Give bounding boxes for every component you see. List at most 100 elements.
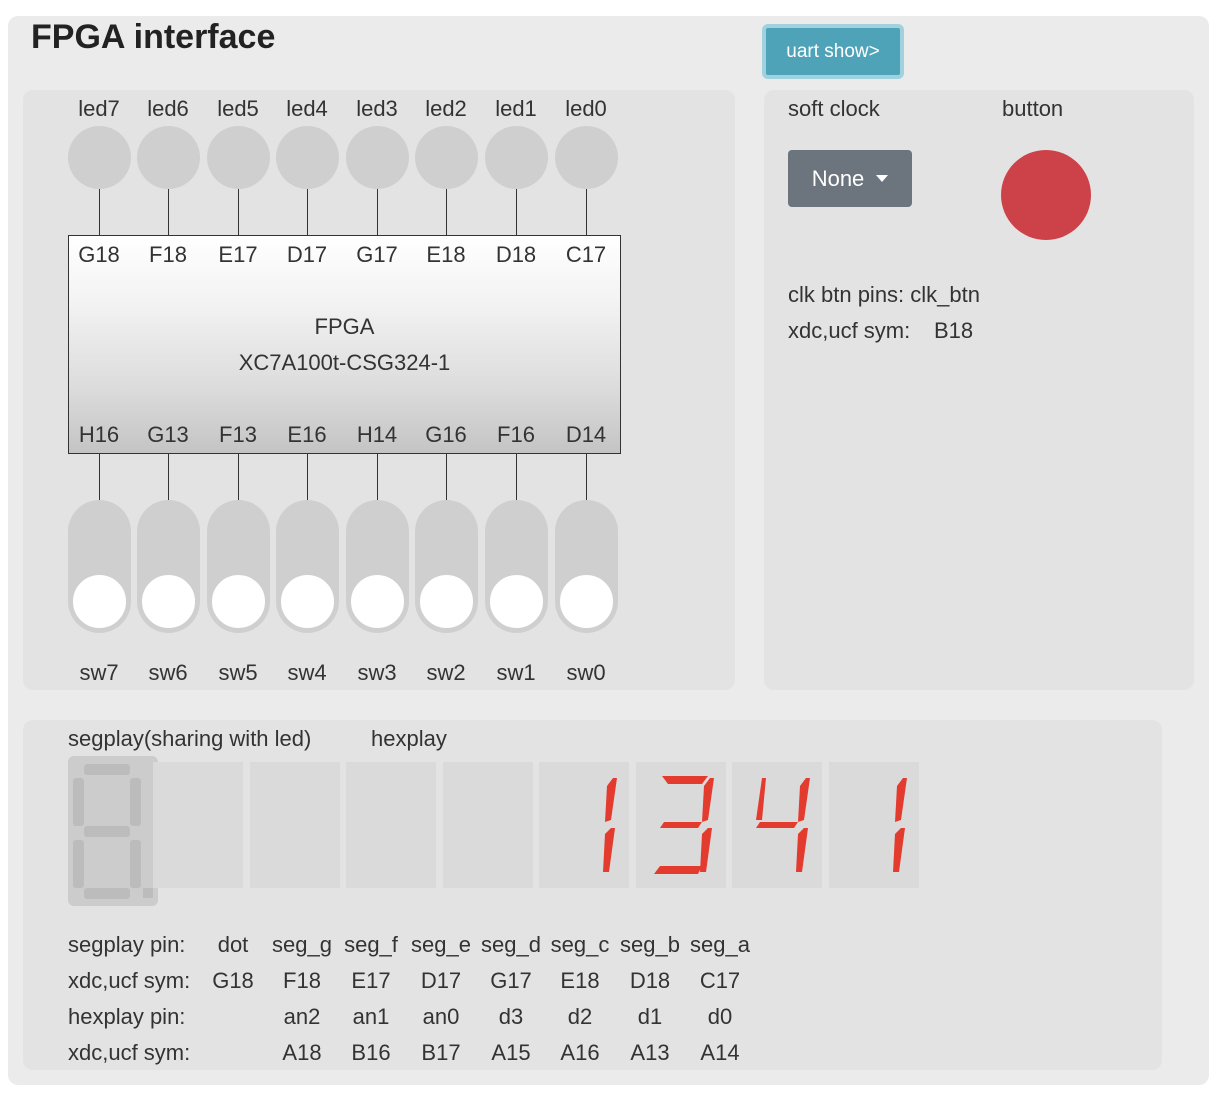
seven-segment-icon xyxy=(73,764,153,899)
pin-table-cell: C17 xyxy=(699,968,741,993)
led-label: led5 xyxy=(217,96,259,121)
led-label: led4 xyxy=(286,96,328,121)
pin-table-cell: A15 xyxy=(491,1040,531,1065)
switch-pin: H16 xyxy=(78,422,120,447)
switch-toggle[interactable] xyxy=(207,500,270,633)
switch-wire xyxy=(307,454,308,500)
switch-wire xyxy=(446,454,447,500)
switch-pin: F16 xyxy=(497,422,535,447)
seven-segment-glyph xyxy=(893,778,907,872)
pin-table-row-label: segplay pin: xyxy=(68,932,186,957)
led-label: led1 xyxy=(495,96,537,121)
switch-label: sw5 xyxy=(218,660,258,685)
segment-g xyxy=(660,822,702,828)
pin-table-cell: d1 xyxy=(637,1004,663,1029)
switch-wire xyxy=(377,454,378,500)
switch-toggle[interactable] xyxy=(276,500,339,633)
led-pin: D18 xyxy=(495,242,537,267)
switch-toggle[interactable] xyxy=(137,500,200,633)
hexplay-digit xyxy=(250,762,340,888)
pin-table-row-label: hexplay pin: xyxy=(68,1004,186,1029)
led-pin: E18 xyxy=(426,242,466,267)
uart-show-button[interactable]: uart show> xyxy=(762,24,904,79)
seven-segment-glyph xyxy=(756,778,810,872)
clock-push-button[interactable] xyxy=(1001,150,1091,240)
hexplay-digit xyxy=(636,762,726,888)
pin-table-cell: an2 xyxy=(283,1004,321,1029)
pin-table-cell: A13 xyxy=(630,1040,670,1065)
segment-b xyxy=(798,778,810,822)
pin-table-cell: G18 xyxy=(212,968,254,993)
led-indicator xyxy=(555,126,618,189)
segplay-label: segplay(sharing with led) xyxy=(68,726,312,751)
button-label: button xyxy=(1002,96,1064,121)
pin-table-cell: d2 xyxy=(567,1004,593,1029)
switch-pin: H14 xyxy=(356,422,398,447)
pin-table-cell: seg_e xyxy=(411,932,471,957)
switch-toggle[interactable] xyxy=(555,500,618,633)
soft-clock-dropdown[interactable]: None xyxy=(788,150,912,207)
led-indicator xyxy=(207,126,270,189)
seven-segment-glyph xyxy=(443,762,533,888)
led-wire xyxy=(168,189,169,235)
led-wire xyxy=(377,189,378,235)
pin-table-cell: d3 xyxy=(498,1004,524,1029)
fpga-model: XC7A100t-CSG324-1 xyxy=(238,350,451,375)
switch-toggle[interactable] xyxy=(346,500,409,633)
led-label: led0 xyxy=(565,96,607,121)
switch-toggle[interactable] xyxy=(68,500,131,633)
segment-b xyxy=(895,778,907,822)
led-label: led3 xyxy=(356,96,398,121)
pin-table-cell: seg_g xyxy=(272,932,332,957)
pin-table-cell: D17 xyxy=(420,968,462,993)
switch-toggle[interactable] xyxy=(485,500,548,633)
switch-label: sw3 xyxy=(357,660,397,685)
segment-g xyxy=(756,822,798,828)
switch-pin: E16 xyxy=(287,422,327,447)
caret-down-icon xyxy=(876,175,889,182)
switch-toggle[interactable] xyxy=(415,500,478,633)
led-label: led6 xyxy=(147,96,189,121)
switch-wire xyxy=(586,454,587,500)
switch-wire xyxy=(99,454,100,500)
pin-table-cell: B16 xyxy=(351,1040,391,1065)
hexplay-digit xyxy=(732,762,822,888)
led-pin: E17 xyxy=(218,242,258,267)
pin-table-cell: an1 xyxy=(352,1004,390,1029)
switch-wire xyxy=(168,454,169,500)
switch-label: sw7 xyxy=(79,660,119,685)
led-label: led7 xyxy=(78,96,120,121)
segment-c xyxy=(893,828,905,872)
hexplay-digit xyxy=(539,762,629,888)
switch-pin: D14 xyxy=(565,422,607,447)
led-indicator xyxy=(68,126,131,189)
clk-btn-pins: clk btn pins: clk_btn xyxy=(788,282,980,307)
led-pin: G18 xyxy=(78,242,120,267)
led-wire xyxy=(307,189,308,235)
led-indicator xyxy=(415,126,478,189)
switch-label: sw4 xyxy=(287,660,327,685)
led-pin: C17 xyxy=(565,242,607,267)
switch-wire xyxy=(516,454,517,500)
led-wire xyxy=(99,189,100,235)
led-pin: D17 xyxy=(286,242,328,267)
switch-knob xyxy=(209,572,268,631)
pin-table-cell: A16 xyxy=(560,1040,600,1065)
pin-table-cell: F18 xyxy=(283,968,321,993)
segment-b xyxy=(605,778,617,822)
pin-table-cell: dot xyxy=(217,932,249,957)
pin-table-cell: A14 xyxy=(700,1040,740,1065)
segplay-digit xyxy=(68,756,158,906)
pin-table-cell: G17 xyxy=(490,968,532,993)
pin-table-cell: E17 xyxy=(351,968,391,993)
pin-table-row-label: xdc,ucf sym: xyxy=(68,1040,191,1065)
led-wire xyxy=(238,189,239,235)
pin-table-cell: E18 xyxy=(560,968,600,993)
led-pin: F18 xyxy=(149,242,187,267)
switch-knob xyxy=(487,572,546,631)
hexplay-digit xyxy=(346,762,436,888)
seven-segment-glyph xyxy=(250,762,340,888)
soft-clock-label: soft clock xyxy=(788,96,880,121)
switch-knob xyxy=(348,572,407,631)
pin-table-row-label: xdc,ucf sym: xyxy=(68,968,191,993)
